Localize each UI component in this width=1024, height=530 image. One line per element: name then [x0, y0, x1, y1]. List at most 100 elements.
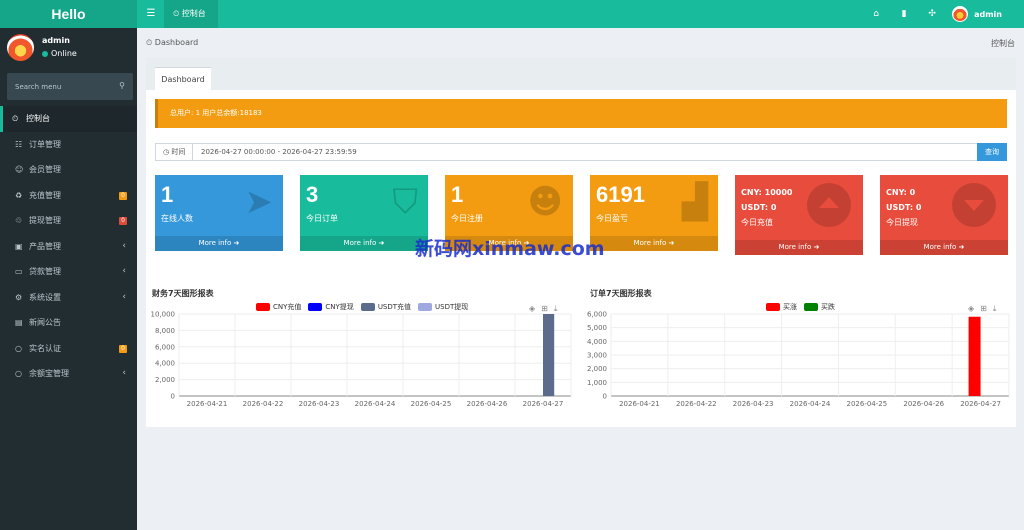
sidebar-item-label: 贷款管理 [29, 267, 61, 277]
watermark-text: 新码网xinmaw.com [415, 238, 605, 260]
stat-label: 今日订单 [306, 214, 338, 223]
bar-USDT充值 [543, 314, 555, 396]
user-panel: admin Online [0, 28, 137, 68]
chevron-left-icon: ‹ [122, 368, 126, 378]
tab-dashboard[interactable]: Dashboard [155, 67, 211, 90]
trash-icon[interactable]: ▮ [890, 9, 918, 19]
date-range-input[interactable]: 2026-04-27 00:00:00 - 2026-04-27 23:59:5… [193, 148, 977, 156]
circle-icon: ○ [15, 343, 22, 353]
breadcrumb: ⏲ Dashboard [146, 38, 198, 48]
dashboard-icon: ⏲ [173, 9, 182, 18]
sidebar-item-label: 新闻公告 [29, 318, 61, 328]
x-tick-label: 2026-04-22 [243, 400, 284, 408]
chevron-left-icon: ‹ [122, 266, 126, 276]
home-icon[interactable]: ⌂ [862, 9, 890, 19]
x-tick-label: 2026-04-27 [523, 400, 564, 408]
stat-label: 在线人数 [161, 214, 193, 223]
charts-svg: 0 2,000 4,000 6,000 8,000 10,000 2026-04-21 202… [151, 311, 1010, 408]
x-tick-label: 2026-04-26 [903, 400, 944, 408]
sidebar-item-0[interactable]: ⏲ 控制台 [0, 106, 137, 132]
cny-value: CNY: 0 [886, 188, 916, 197]
bar-买涨 [968, 316, 981, 396]
arrow-circle-right-icon: ➜ [378, 239, 385, 247]
tab-dashboard-top[interactable]: ⏲ 控制台 [164, 0, 218, 28]
user-status: Online [42, 49, 77, 58]
y-tick-label: 6,000 [155, 343, 175, 351]
sidebar-item-8[interactable]: ▤ 新闻公告 [0, 310, 137, 336]
x-tick-label: 2026-04-26 [467, 400, 508, 408]
menu-toggle-icon[interactable]: ☰ [141, 0, 161, 28]
count-badge: 0 [119, 344, 127, 353]
dashboard-icon: ⏲ [146, 38, 155, 47]
top-right-tools: ⌂ ▮ ✣ admin [862, 0, 1024, 28]
x-tick-label: 2026-04-24 [790, 400, 831, 408]
x-tick-label: 2026-04-27 [960, 400, 1001, 408]
more-info-link[interactable]: More info ➜ [155, 236, 283, 251]
more-info-link[interactable]: More info ➜ [880, 240, 1008, 255]
search-input[interactable] [7, 73, 107, 100]
sidebar-item-9[interactable]: ○ 实名认证 0 [0, 336, 137, 362]
y-tick-label: 10,000 [151, 311, 176, 319]
count-badge: 0 [119, 217, 127, 225]
more-info-link[interactable]: More info ➜ [300, 236, 428, 251]
recharge-icon: ♻ [15, 190, 23, 200]
y-tick-label: 5,000 [587, 324, 607, 332]
sidebar-item-label: 控制台 [26, 114, 50, 124]
cny-value: CNY: 10000 [741, 188, 793, 197]
news-icon: ▤ [15, 318, 23, 328]
sidebar-item-6[interactable]: ▭ 贷款管理 ‹ [0, 259, 137, 285]
bar-chart-icon: ▟ [681, 182, 708, 222]
sidebar-menu: ⏲ 控制台 ☷ 订单管理 ☺ 会员管理 ♻ 充值管理 0 ♲ 提现管理 0 ▣ 产品管理 ‹ ▭ 贷款管理 ‹ ⚙ 系… [0, 106, 137, 387]
count-badge: 0 [119, 191, 127, 200]
chevron-left-icon: ‹ [122, 291, 126, 302]
avatar [952, 6, 969, 22]
filter-label-text: 时间 [171, 148, 186, 156]
stat-number: 6191 [596, 182, 645, 207]
more-info-text: More info [778, 243, 812, 251]
dashboard-icon: ⏲ [12, 113, 19, 123]
y-tick-label: 8,000 [155, 327, 175, 335]
x-tick-label: 2026-04-25 [847, 400, 888, 408]
usdt-value: USDT: 0 [886, 203, 922, 212]
sidebar-item-5[interactable]: ▣ 产品管理 ‹ [0, 234, 137, 260]
sidebar-item-3[interactable]: ♻ 充值管理 0 [0, 183, 137, 209]
filter-label: ◷ 时间 [156, 144, 193, 160]
x-tick-label: 2026-04-21 [619, 400, 660, 408]
user-menu[interactable]: admin [946, 6, 1024, 22]
y-tick-label: 4,000 [155, 360, 175, 368]
charts-panel: 财务7天图形报表 订单7天图形报表 CNY充值 CNY提现 USDT充值 USDT提现… [146, 277, 1016, 427]
y-tick-label: 2,000 [587, 365, 607, 373]
x-tick-label: 2026-04-21 [187, 400, 228, 408]
sidebar-item-2[interactable]: ☺ 会员管理 [0, 157, 137, 183]
more-info-link[interactable]: More info ➜ [590, 236, 718, 251]
summary-alert: 总用户: 1 用户总余额:18183 [155, 99, 1007, 128]
sidebar-item-label: 会员管理 [29, 165, 61, 175]
sidebar-item-label: 订单管理 [29, 139, 61, 149]
brand-logo[interactable]: Hello [0, 0, 137, 28]
x-tick-label: 2026-04-25 [411, 400, 452, 408]
y-tick-label: 0 [603, 393, 607, 401]
sidebar-item-7[interactable]: ⚙ 系统设置 ‹ [0, 285, 137, 311]
sidebar-item-label: 余额宝管理 [29, 369, 69, 379]
more-info-text: More info [343, 239, 377, 247]
main-content: ⏲ Dashboard 控制台 Dashboard 总用户: 1 用户总余额:1… [137, 28, 1024, 530]
users-icon: ☺ [15, 165, 24, 175]
stat-label: 今日注册 [451, 214, 483, 223]
sidebar-item-4[interactable]: ♲ 提现管理 0 [0, 208, 137, 234]
fullscreen-icon[interactable]: ✣ [918, 9, 946, 19]
sidebar-item-label: 产品管理 [29, 241, 61, 251]
search-icon[interactable]: ⚲ [119, 81, 125, 90]
sidebar-item-label: 充值管理 [29, 190, 61, 200]
sidebar-item-1[interactable]: ☷ 订单管理 [0, 132, 137, 158]
arrow-up-circle-icon [807, 183, 851, 227]
recharge-values: CNY: 10000 USDT: 0 今日充值 [741, 185, 792, 230]
breadcrumb-text[interactable]: Dashboard [155, 38, 198, 47]
sidebar-item-10[interactable]: ○ 余额宝管理 ‹ [0, 361, 137, 387]
more-info-link[interactable]: More info ➜ [735, 240, 863, 255]
query-button[interactable]: 查询 [977, 143, 1007, 161]
stat-box-profit: 6191 今日盈亏 ▟ More info ➜ [590, 175, 718, 251]
online-dot-icon [42, 50, 48, 57]
arrow-down-circle-icon [952, 183, 996, 227]
withdraw-icon: ♲ [15, 216, 23, 226]
y-tick-label: 6,000 [587, 311, 607, 319]
